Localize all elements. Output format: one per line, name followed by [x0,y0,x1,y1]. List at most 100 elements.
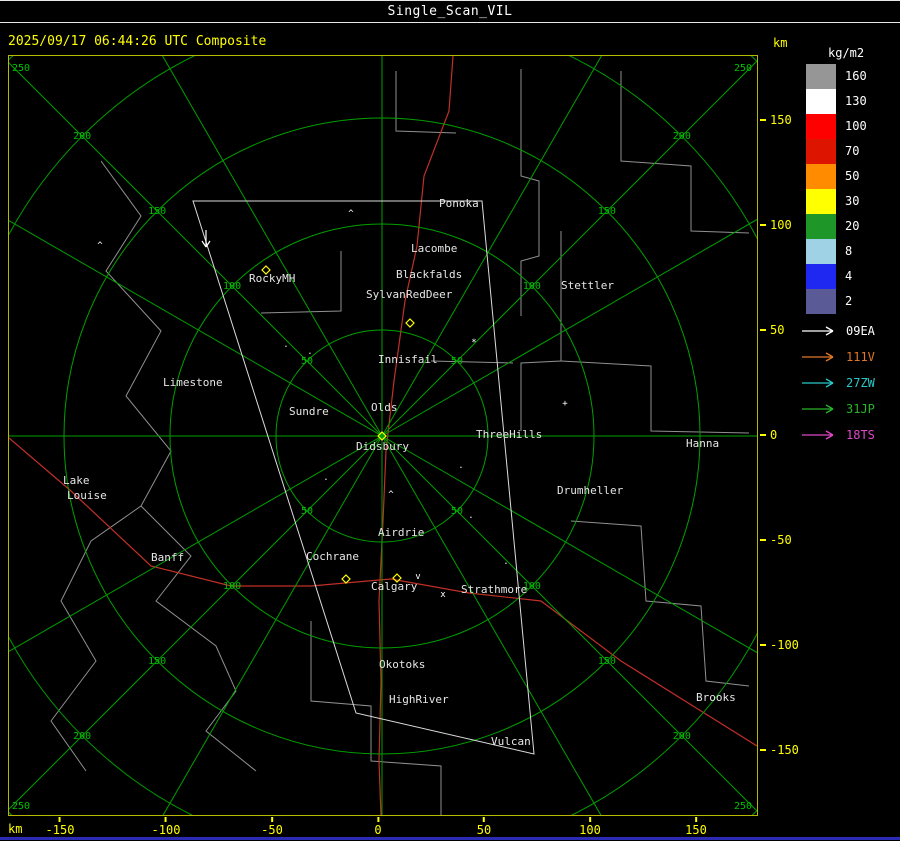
ring-range-label: 150 [148,656,166,667]
tick-label: -100 [151,823,181,837]
tick-mark [589,817,591,822]
tick-mark [760,539,766,541]
ring-range-label: 250 [12,801,30,812]
right-axis-tick: 100 [760,217,792,233]
color-scale-legend: 160 130 100 70 50 30 20 8 4 2 [806,64,867,314]
legend-level: 100 [806,114,867,139]
city-label: Ponoka [439,197,479,210]
legend-color-swatch [806,114,836,139]
tick-label: 0 [374,823,382,837]
boundary-line [560,360,750,434]
track-id-label: 27ZW [846,376,875,390]
site-marker [341,574,351,584]
legend-color-swatch [806,264,836,289]
radar-map-canvas: 5050505010010010010015015015015020020020… [9,56,757,815]
site-marker [405,318,415,328]
tick-label: 100 [770,218,792,232]
city-label: Lake [63,474,90,487]
radar-map[interactable]: 50 50 50 50 100 100 100 100 150 150 150 150 200 200 20… [8,55,758,816]
right-axis-tick: 0 [760,427,777,443]
city-label: Vulcan [491,735,531,748]
ring-range-label: 50 [451,506,463,517]
town-mark: + [562,399,568,409]
town-mark: . [307,347,312,357]
track-legend-row: 18TS [800,422,875,448]
city-label: ThreeHills [476,428,542,441]
town-mark: . [283,340,288,350]
bottom-axis-unit: km [8,822,23,836]
bottom-axis-tick: 0 [374,817,382,837]
bottom-axis-tick: -150 [46,817,74,837]
right-axis-tick: -50 [760,532,792,548]
town-mark: ^ [97,241,103,251]
legend-color-swatch [806,214,836,239]
boundary-line [395,71,457,134]
radar-app-window: Single_Scan_VIL 2025/09/17 06:44:26 UTC … [0,0,900,841]
track-arrow-icon [802,430,834,440]
ring-range-label: 50 [301,506,313,517]
legend-level: 50 [806,164,867,189]
legend-level: 160 [806,64,867,89]
legend-level: 2 [806,289,867,314]
azimuth-line [162,56,383,437]
city-label: Didsbury [356,440,409,453]
city-label: Limestone [163,376,223,389]
bottom-axis-tick: 50 [477,817,491,837]
tick-mark [760,329,766,331]
legend-color-swatch [806,189,836,214]
boundary-line [100,160,257,772]
tick-label: -50 [770,533,792,547]
track-legend: 09EA 111V 27ZW 31JP 18TS [800,318,875,448]
boundary-line [430,360,514,364]
ring-range-label: 150 [148,206,166,217]
tick-mark [760,749,766,751]
tick-mark [760,119,766,121]
ring-range-label: 200 [673,131,691,142]
bottom-axis-tick: -50 [261,817,283,837]
track-id-label: 18TS [846,428,875,442]
city-label: Sylvan [366,288,406,301]
azimuth-line [9,220,383,437]
tick-label: 150 [685,823,707,837]
ring-range-label: 100 [223,581,241,592]
city-label: Stettler [561,279,614,292]
track-id-label: 111V [846,350,875,364]
city-label: RedDeer [406,288,453,301]
track-id-label: 09EA [846,324,875,338]
legend-value: 130 [845,94,867,108]
town-mark: x [440,590,446,600]
tick-mark [760,434,766,436]
tick-mark [59,817,61,822]
city-label: Airdrie [378,526,424,539]
track-id-label: 31JP [846,402,875,416]
track-legend-row: 27ZW [800,370,875,396]
city-label: Hanna [686,437,719,450]
legend-color-swatch [806,64,836,89]
tick-label: 100 [579,823,601,837]
azimuth-lines [9,56,757,815]
tick-label: -150 [770,743,799,757]
legend-color-swatch [806,164,836,189]
town-mark: . [458,461,463,471]
city-label: Banff [151,551,184,564]
city-label: HighRiver [389,693,449,706]
legend-level: 30 [806,189,867,214]
legend-value: 4 [845,269,853,283]
city-label: Calgary [371,580,418,593]
ring-range-label: 150 [598,656,616,667]
bottom-axis-tick: -100 [151,817,181,837]
right-axis-tick: -150 [760,742,799,758]
legend-level: 20 [806,214,867,239]
city-label: Blackfalds [396,268,462,281]
city-label: Brooks [696,691,736,704]
track-arrow-icon [802,326,834,336]
ring-range-label: 250 [734,63,752,74]
legend-color-swatch [806,289,836,314]
bottom-axis-tick: 150 [685,817,707,837]
ring-range-label: 100 [523,281,541,292]
city-label: Louise [67,489,107,502]
bottom-axis-tick: 100 [579,817,601,837]
tick-label: 50 [476,823,492,837]
legend-value: 160 [845,69,867,83]
ring-range-label: 200 [73,131,91,142]
